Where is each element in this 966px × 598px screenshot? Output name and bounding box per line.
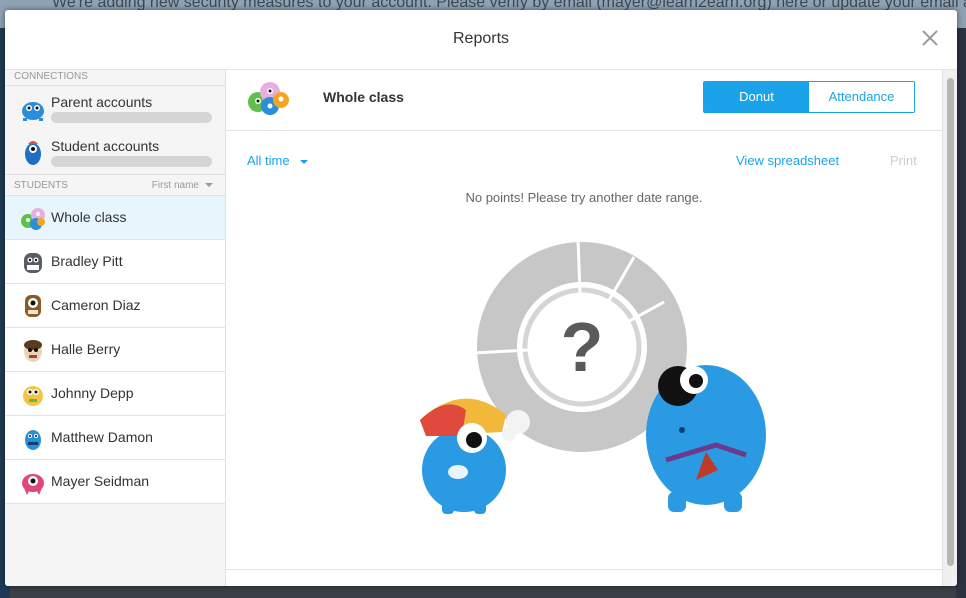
students-header: STUDENTS First name <box>5 174 225 196</box>
student-accounts-item[interactable]: Student accounts <box>5 130 225 174</box>
close-icon[interactable] <box>920 28 940 48</box>
parent-accounts-label: Parent accounts <box>51 94 153 110</box>
student-name: Bradley Pitt <box>51 253 123 269</box>
monster-avatar-icon <box>25 295 41 317</box>
donut-placeholder: ? <box>473 240 687 452</box>
class-title: Whole class <box>323 89 404 105</box>
view-toggle: Donut Attendance <box>703 81 915 113</box>
monster-avatar-icon <box>22 102 44 121</box>
scrollbar[interactable] <box>942 70 957 586</box>
student-name: Johnny Depp <box>51 385 134 401</box>
tab-attendance[interactable]: Attendance <box>809 82 914 112</box>
connections-header: CONNECTIONS <box>5 70 225 86</box>
student-name: Mayer Seidman <box>51 473 150 489</box>
reports-modal: Reports CONNECTIONS Parent accounts Stud… <box>5 10 957 586</box>
modal-title: Reports <box>452 30 510 47</box>
student-item-cameron-diaz[interactable]: Cameron Diaz <box>5 284 225 328</box>
parent-accounts-item[interactable]: Parent accounts <box>5 86 225 130</box>
student-name: Halle Berry <box>51 341 121 357</box>
student-name: Whole class <box>51 209 127 225</box>
class-monsters-icon <box>21 208 45 230</box>
scrollbar-thumb[interactable] <box>947 78 954 566</box>
backdrop-right <box>956 28 966 598</box>
sidebar: CONNECTIONS Parent accounts Student acco… <box>5 70 226 586</box>
monster-avatar-icon <box>23 386 43 406</box>
modal-header: Reports <box>5 10 957 70</box>
monster-avatar-icon <box>25 141 41 165</box>
students-header-label: STUDENTS <box>14 180 68 191</box>
print-link: Print <box>890 153 917 168</box>
date-range-label: All time <box>247 153 290 168</box>
student-item-halle-berry[interactable]: Halle Berry <box>5 328 225 372</box>
tab-donut[interactable]: Donut <box>704 82 809 112</box>
sort-label: First name <box>151 180 199 191</box>
question-mark-icon: ? <box>561 308 604 386</box>
empty-donut-illustration: ? <box>420 240 766 514</box>
view-spreadsheet-link[interactable]: View spreadsheet <box>736 153 839 168</box>
student-accounts-label: Student accounts <box>51 138 160 154</box>
student-item-mayer-seidman[interactable]: Mayer Seidman <box>5 460 225 504</box>
big-monster-illustration <box>646 365 766 512</box>
report-panel: Whole class Donut Attendance All time Vi… <box>226 70 942 586</box>
report-header: Whole class Donut Attendance <box>226 70 942 131</box>
monster-avatar-icon <box>24 253 42 273</box>
chevron-down-icon <box>205 183 213 188</box>
student-item-johnny-depp[interactable]: Johnny Depp <box>5 372 225 416</box>
parent-accounts-progress <box>51 112 212 123</box>
monster-avatar-icon <box>25 430 41 450</box>
student-accounts-progress <box>51 156 212 167</box>
small-monster-illustration <box>420 398 530 514</box>
student-name: Matthew Damon <box>51 429 153 445</box>
sort-dropdown[interactable]: First name <box>152 175 213 197</box>
student-name: Cameron Diaz <box>51 297 141 313</box>
monster-avatar-icon <box>24 340 42 362</box>
class-monsters-icon <box>248 82 289 115</box>
chevron-down-icon <box>299 159 308 164</box>
student-item-matthew-damon[interactable]: Matthew Damon <box>5 416 225 460</box>
monster-avatar-icon <box>22 474 44 495</box>
date-range-dropdown[interactable]: All time <box>247 153 308 168</box>
report-footer <box>226 569 942 586</box>
student-item-bradley-pitt[interactable]: Bradley Pitt <box>5 240 225 284</box>
student-item-whole-class[interactable]: Whole class <box>5 196 225 240</box>
empty-state-message: No points! Please try another date range… <box>465 190 703 205</box>
